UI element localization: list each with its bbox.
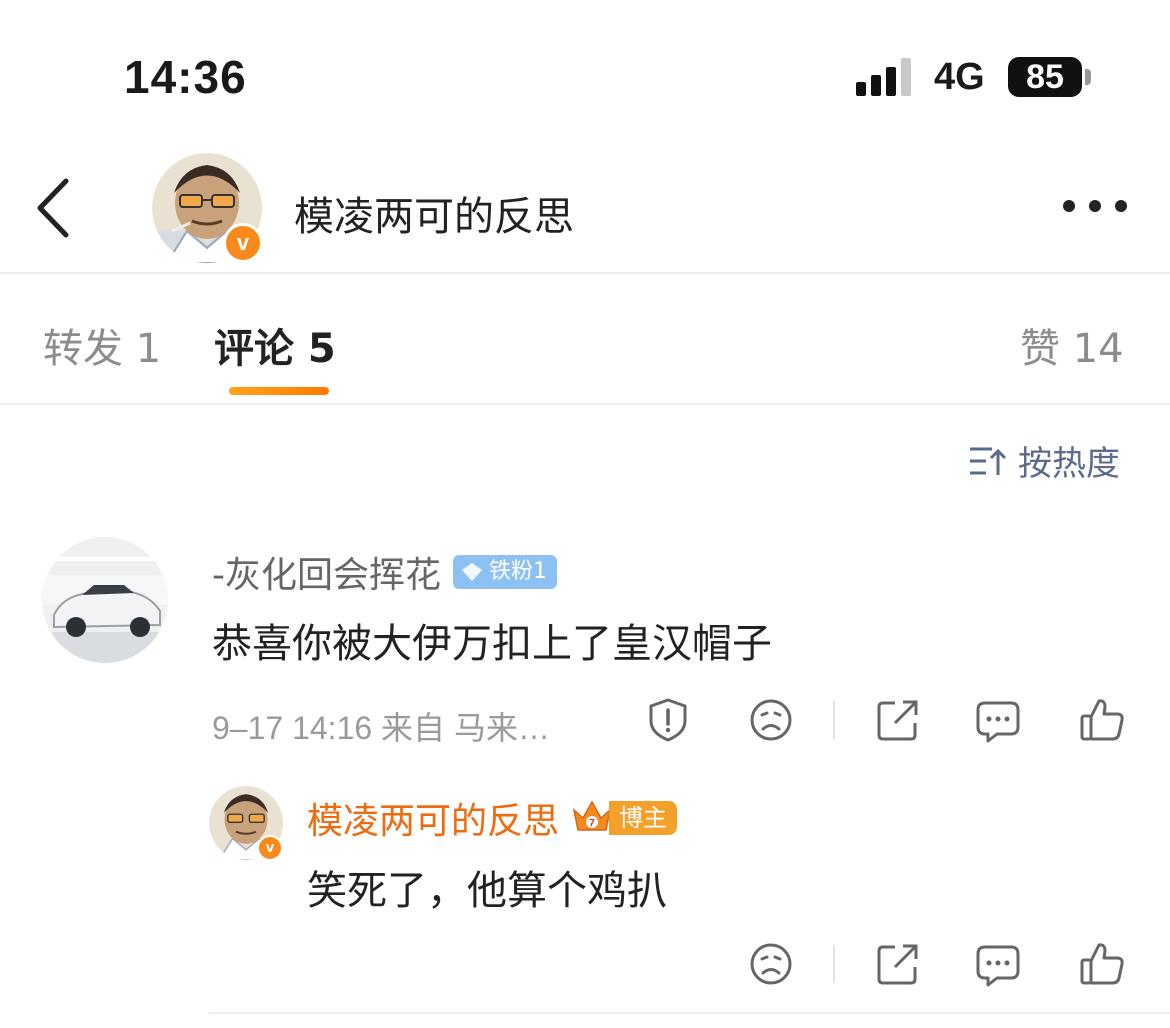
- tab-comments[interactable]: 评论 5: [214, 316, 336, 374]
- report-icon: [649, 698, 687, 742]
- commenter-username[interactable]: -灰化回会挥花: [212, 546, 441, 598]
- actions-separator: [833, 701, 835, 739]
- sort-button[interactable]: 按热度: [968, 436, 1120, 485]
- reply-like-button[interactable]: [1079, 941, 1125, 987]
- comment-icon: [976, 945, 1020, 987]
- tab-repost[interactable]: 转发 1: [43, 316, 161, 374]
- reply-actions-separator: [833, 945, 835, 983]
- more-button[interactable]: [1060, 196, 1130, 216]
- comment-divider: [209, 1012, 1170, 1014]
- svg-text:7: 7: [589, 818, 595, 829]
- host-badge: 7 博主: [571, 799, 678, 837]
- reply-text: 笑死了，他算个鸡扒: [307, 868, 667, 914]
- reply-header: 模凌两可的反思 7 博主: [307, 792, 678, 844]
- host-badge-label: 博主: [609, 801, 678, 835]
- header-divider: [0, 272, 1170, 274]
- reply-share-button[interactable]: [875, 941, 921, 987]
- crown-icon: 7: [572, 800, 612, 831]
- like-icon: [1080, 699, 1124, 741]
- comment-header: -灰化回会挥花 铁粉1: [212, 546, 557, 598]
- battery-tip: [1085, 69, 1091, 85]
- sort-label: 按热度: [1018, 444, 1120, 484]
- verified-badge: v: [223, 223, 263, 263]
- cellular-signal-icon: [856, 58, 914, 96]
- dislike-button[interactable]: [748, 697, 794, 743]
- like-button[interactable]: [1079, 697, 1125, 743]
- network-type: 4G: [934, 56, 985, 98]
- back-button[interactable]: [30, 175, 80, 241]
- reply-comment-button[interactable]: [975, 941, 1021, 987]
- diamond-icon: [462, 563, 482, 581]
- battery-indicator: 85: [1008, 57, 1082, 97]
- active-tab-indicator: [229, 387, 329, 395]
- comment-icon: [976, 701, 1020, 743]
- report-button[interactable]: [645, 697, 691, 743]
- reply-dislike-button[interactable]: [748, 941, 794, 987]
- commenter-avatar[interactable]: [42, 537, 168, 663]
- share-button[interactable]: [875, 697, 921, 743]
- status-time: 14:36: [124, 51, 247, 103]
- tab-likes[interactable]: 赞 14: [1020, 316, 1124, 374]
- sort-icon: [970, 447, 1007, 475]
- comment-text: 恭喜你被大伊万扣上了皇汉帽子: [212, 621, 772, 667]
- share-icon: [877, 944, 918, 985]
- reply-username[interactable]: 模凌两可的反思: [307, 792, 559, 844]
- back-arrow-icon: [37, 178, 69, 238]
- comment-meta: 9–17 14:16 来自 马来…: [212, 710, 550, 746]
- tabs-divider: [0, 403, 1170, 405]
- reply-button[interactable]: [975, 697, 1021, 743]
- dislike-face-icon: [750, 699, 792, 741]
- fan-badge-label: 铁粉1: [489, 559, 547, 584]
- dislike-face-icon: [750, 943, 792, 985]
- page-title: 模凌两可的反思: [294, 194, 574, 240]
- reply-verified-badge: v: [257, 835, 283, 861]
- like-icon: [1080, 943, 1124, 985]
- share-icon: [877, 700, 918, 741]
- fan-level-badge: 铁粉1: [453, 555, 557, 589]
